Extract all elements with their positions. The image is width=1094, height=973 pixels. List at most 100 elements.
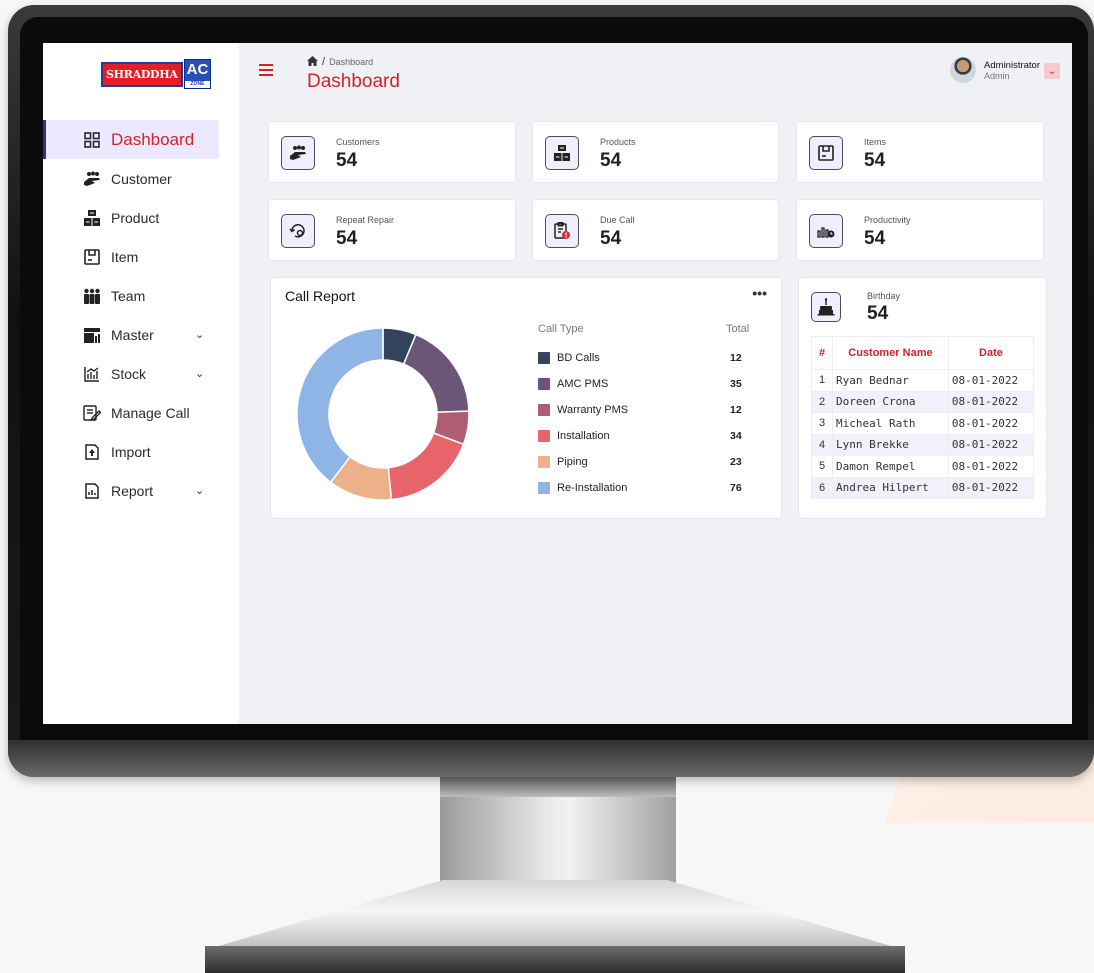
stat-card-due-call[interactable]: Due Call 54 — [532, 199, 779, 261]
legend-item[interactable]: BD Calls 12 — [538, 350, 758, 366]
table-header: Date — [947, 336, 1035, 370]
sidebar-item-product[interactable]: Product — [43, 198, 239, 237]
call-report-donut-chart — [296, 327, 470, 501]
customer-hands-icon — [83, 170, 101, 188]
legend-swatch — [538, 352, 550, 364]
legend-item[interactable]: Piping 23 — [538, 454, 758, 470]
birthday-date: 08-01-2022 — [947, 433, 1035, 456]
customers-icon — [281, 136, 315, 170]
menu-toggle-icon[interactable] — [259, 64, 273, 76]
stat-card-customers[interactable]: Customers 54 — [268, 121, 516, 183]
table-row[interactable]: 3 Micheal Rath 08-01-2022 — [811, 412, 1035, 435]
legend-label: Installation — [557, 430, 610, 442]
call-report-title: Call Report — [285, 288, 356, 304]
monitor-chin — [8, 740, 1094, 777]
legend-item[interactable]: Warranty PMS 12 — [538, 402, 758, 418]
customer-name: Damon Rempel — [832, 455, 949, 478]
sidebar-item-customer[interactable]: Customer — [43, 159, 239, 198]
master-icon — [83, 326, 101, 344]
brand-logo[interactable]: SHRADDHA AC ZONE — [101, 57, 212, 91]
birthday-label: Birthday — [867, 291, 901, 301]
sidebar: SHRADDHA AC ZONE Dashboard Customer Prod… — [43, 43, 239, 724]
stat-value: 54 — [336, 228, 358, 249]
table-header-row: # Customer Name Date — [811, 336, 1035, 370]
donut-slice-re-installation[interactable] — [296, 327, 384, 484]
app-screen: SHRADDHA AC ZONE Dashboard Customer Prod… — [43, 43, 1072, 724]
user-name: Administrator — [984, 59, 1040, 71]
stat-label: Customers — [336, 137, 380, 147]
table-header: Customer Name — [832, 336, 949, 370]
stat-value: 54 — [600, 228, 622, 249]
customer-name: Micheal Rath — [832, 412, 949, 435]
sidebar-item-report[interactable]: Report ⌄ — [43, 471, 239, 510]
chevron-down-icon[interactable]: ⌄ — [195, 367, 204, 380]
donut-slice-installation[interactable] — [387, 432, 465, 501]
legend-value: 35 — [730, 378, 742, 390]
row-index: 1 — [811, 369, 833, 392]
sidebar-item-label: Product — [111, 209, 160, 226]
birthday-date: 08-01-2022 — [947, 369, 1035, 392]
sidebar-item-master[interactable]: Master ⌄ — [43, 315, 239, 354]
legend-label: BD Calls — [557, 352, 600, 364]
sidebar-item-item[interactable]: Item — [43, 237, 239, 276]
legend-label: AMC PMS — [557, 378, 609, 390]
stat-label: Due Call — [600, 215, 635, 225]
legend-label: Warranty PMS — [557, 404, 629, 416]
legend-value: 76 — [730, 482, 742, 494]
more-options-icon[interactable]: ••• — [752, 285, 767, 301]
stat-card-items[interactable]: Items 54 — [796, 121, 1044, 183]
birthday-card: Birthday 54 # Customer Name Date 1 Ryan B… — [798, 277, 1047, 519]
call-report-card: Call Report ••• Call Type Total BD Calls… — [270, 277, 782, 519]
legend-swatch — [538, 378, 550, 390]
legend-swatch — [538, 482, 550, 494]
table-row[interactable]: 5 Damon Rempel 08-01-2022 — [811, 455, 1035, 478]
legend-value: 12 — [730, 404, 742, 416]
boxes-icon — [83, 209, 101, 227]
home-icon[interactable] — [307, 56, 318, 68]
stat-value: 54 — [864, 150, 886, 171]
donut-slice-amc-pms[interactable] — [402, 333, 470, 414]
legend-value: 34 — [730, 430, 742, 442]
sidebar-item-label: Import — [111, 443, 151, 460]
stat-card-products[interactable]: Products 54 — [532, 121, 779, 183]
items-icon — [809, 136, 843, 170]
legend-swatch — [538, 430, 550, 442]
stat-card-repeat-repair[interactable]: Repeat Repair 54 — [268, 199, 516, 261]
row-index: 3 — [811, 412, 833, 435]
row-index: 5 — [811, 455, 833, 478]
table-row[interactable]: 6 Andrea Hilpert 08-01-2022 — [811, 476, 1035, 499]
logo-text: SHRADDHA — [101, 61, 183, 87]
stat-card-productivity[interactable]: Productivity 54 — [796, 199, 1044, 261]
report-file-icon — [83, 482, 101, 500]
sidebar-item-label: Master — [111, 326, 154, 343]
sidebar-item-dashboard[interactable]: Dashboard — [43, 120, 219, 159]
legend-item[interactable]: Installation 34 — [538, 428, 758, 444]
sidebar-item-team[interactable]: Team — [43, 276, 239, 315]
birthday-date: 08-01-2022 — [947, 476, 1035, 499]
legend-item[interactable]: AMC PMS 35 — [538, 376, 758, 392]
repeat-repair-icon — [281, 214, 315, 248]
table-row[interactable]: 4 Lynn Brekke 08-01-2022 — [811, 433, 1035, 456]
user-role: Admin — [984, 70, 1010, 81]
sidebar-item-label: Manage Call — [111, 404, 190, 421]
user-menu[interactable]: Administrator Admin ⌄ — [950, 57, 1060, 83]
productivity-icon — [809, 214, 843, 248]
chevron-down-icon[interactable]: ⌄ — [195, 484, 204, 497]
sidebar-item-label: Dashboard — [111, 129, 195, 149]
avatar — [950, 57, 977, 83]
import-file-icon — [83, 443, 101, 461]
sidebar-item-label: Item — [111, 248, 139, 265]
table-row[interactable]: 2 Doreen Crona 08-01-2022 — [811, 390, 1035, 413]
sidebar-item-manage-call[interactable]: Manage Call — [43, 393, 239, 432]
grid-icon — [83, 131, 101, 149]
item-box-icon — [83, 248, 101, 266]
chevron-down-icon[interactable]: ⌄ — [195, 328, 204, 341]
table-row[interactable]: 1 Ryan Bednar 08-01-2022 — [811, 369, 1035, 392]
chevron-down-icon[interactable]: ⌄ — [1044, 63, 1060, 79]
sidebar-item-stock[interactable]: Stock ⌄ — [43, 354, 239, 393]
sidebar-item-import[interactable]: Import — [43, 432, 239, 471]
legend-item[interactable]: Re-Installation 76 — [538, 480, 758, 496]
birthday-count: 54 — [867, 303, 889, 324]
birthday-cake-icon — [811, 292, 841, 322]
customer-name: Doreen Crona — [832, 390, 949, 413]
